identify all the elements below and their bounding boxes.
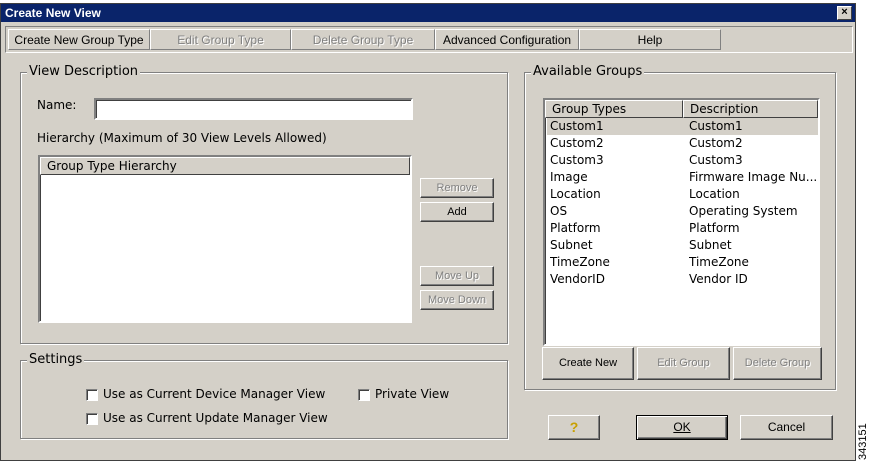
description-cell: Location xyxy=(689,187,740,201)
ok-button[interactable]: OK xyxy=(636,415,728,440)
private-view-label[interactable]: Private View xyxy=(375,387,449,401)
group-type-cell: Custom1 xyxy=(550,119,604,133)
edit-group-type-button[interactable]: Edit Group Type xyxy=(150,29,291,50)
name-input[interactable] xyxy=(94,98,413,120)
table-row[interactable]: Image Firmware Image Nu... xyxy=(547,169,818,186)
group-type-hierarchy-list[interactable]: Group Type Hierarchy xyxy=(38,155,412,323)
close-icon[interactable]: × xyxy=(837,6,852,20)
available-groups-group: Available Groups Group Types Description… xyxy=(524,64,836,390)
create-new-view-window: Create New View × Create New Group Type … xyxy=(0,3,856,461)
help-question-icon[interactable]: ? xyxy=(548,415,600,440)
delete-group-button[interactable]: Delete Group xyxy=(733,347,822,380)
private-view-checkbox[interactable] xyxy=(358,389,370,401)
description-cell: Operating System xyxy=(689,204,798,218)
help-button[interactable]: Help xyxy=(579,29,721,50)
move-down-button[interactable]: Move Down xyxy=(420,290,494,310)
column-header-description[interactable]: Description xyxy=(683,100,818,118)
add-button[interactable]: Add xyxy=(420,202,494,222)
advanced-configuration-button[interactable]: Advanced Configuration xyxy=(435,29,579,50)
title-bar[interactable]: Create New View × xyxy=(1,4,855,22)
group-type-cell: Custom2 xyxy=(550,136,604,150)
group-type-cell: TimeZone xyxy=(550,255,610,269)
name-label: Name: xyxy=(37,98,77,112)
group-type-hierarchy-header[interactable]: Group Type Hierarchy xyxy=(40,157,410,175)
create-new-group-button[interactable]: Create New xyxy=(542,347,634,380)
table-row[interactable]: OS Operating System xyxy=(547,203,818,220)
group-type-cell: Custom3 xyxy=(550,153,604,167)
cancel-button[interactable]: Cancel xyxy=(740,415,833,440)
description-cell: TimeZone xyxy=(689,255,749,269)
group-type-cell: Subnet xyxy=(550,238,593,252)
group-type-cell: Location xyxy=(550,187,601,201)
column-header-group-types[interactable]: Group Types xyxy=(545,100,683,118)
group-types-list[interactable]: Group Types Description Custom1 Custom1 Cu… xyxy=(543,98,820,346)
view-description-group: View Description Name: Hierarchy (Maximu… xyxy=(20,64,508,344)
table-row[interactable]: VendorID Vendor ID xyxy=(547,271,818,288)
edit-group-button[interactable]: Edit Group xyxy=(637,347,730,380)
update-manager-checkbox[interactable] xyxy=(86,413,98,425)
move-up-button[interactable]: Move Up xyxy=(420,266,494,286)
device-manager-label[interactable]: Use as Current Device Manager View xyxy=(103,387,325,401)
table-row[interactable]: Location Location xyxy=(547,186,818,203)
table-row[interactable]: TimeZone TimeZone xyxy=(547,254,818,271)
group-type-cell: Image xyxy=(550,170,588,184)
available-groups-legend: Available Groups xyxy=(531,64,645,79)
remove-button[interactable]: Remove xyxy=(420,178,494,198)
description-cell: Custom2 xyxy=(689,136,743,150)
table-row[interactable]: Platform Platform xyxy=(547,220,818,237)
description-cell: Firmware Image Nu... xyxy=(689,170,817,184)
update-manager-label[interactable]: Use as Current Update Manager View xyxy=(103,411,328,425)
description-cell: Subnet xyxy=(689,238,732,252)
description-cell: Custom3 xyxy=(689,153,743,167)
table-row[interactable]: Custom2 Custom2 xyxy=(547,135,818,152)
create-new-group-type-button[interactable]: Create New Group Type xyxy=(8,29,150,50)
group-type-cell: Platform xyxy=(550,221,601,235)
window-title: Create New View xyxy=(5,6,101,20)
table-row[interactable]: Subnet Subnet xyxy=(547,237,818,254)
hierarchy-label: Hierarchy (Maximum of 30 View Levels All… xyxy=(37,131,327,145)
table-row[interactable]: Custom1 Custom1 xyxy=(547,118,818,135)
group-type-cell: VendorID xyxy=(550,272,605,286)
description-cell: Vendor ID xyxy=(689,272,748,286)
figure-id: 343151 xyxy=(857,423,869,460)
settings-legend: Settings xyxy=(27,352,85,367)
view-description-legend: View Description xyxy=(27,64,141,79)
table-row[interactable]: Custom3 Custom3 xyxy=(547,152,818,169)
device-manager-checkbox[interactable] xyxy=(86,389,98,401)
toolbar: Create New Group Type Edit Group Type De… xyxy=(5,26,853,53)
delete-group-type-button[interactable]: Delete Group Type xyxy=(291,29,435,50)
description-cell: Custom1 xyxy=(689,119,743,133)
description-cell: Platform xyxy=(689,221,740,235)
group-type-cell: OS xyxy=(550,204,568,218)
settings-group: Settings Use as Current Device Manager V… xyxy=(20,352,508,439)
